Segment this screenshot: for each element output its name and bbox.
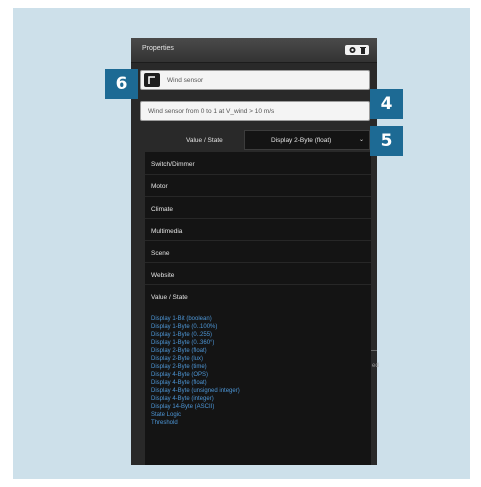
- option-4byte-unsigned-integer[interactable]: Display 4-Byte (unsigned integer): [151, 388, 240, 396]
- menu-item-multimedia[interactable]: Multimedia: [151, 228, 182, 235]
- divider: [145, 284, 371, 285]
- option-4byte-integer[interactable]: Display 4-Byte (integer): [151, 396, 214, 404]
- divider: [145, 218, 371, 219]
- option-state-logic[interactable]: State Logic: [151, 412, 181, 420]
- divider: [145, 240, 371, 241]
- divider: [145, 262, 371, 263]
- name-value: Wind sensor: [167, 77, 204, 84]
- chevron-down-icon: ⌄: [359, 137, 365, 143]
- option-4byte-ops[interactable]: Display 4-Byte (OPS): [151, 372, 208, 380]
- callout-4: 4: [370, 89, 403, 119]
- menu-item-website[interactable]: Website: [151, 272, 174, 279]
- divider: [371, 350, 377, 351]
- description-value: Wind sensor from 0 to 1 at V_wind > 10 m…: [148, 108, 275, 115]
- callout-6: 6: [105, 69, 138, 99]
- option-1byte-255[interactable]: Display 1-Byte (0..255): [151, 332, 212, 340]
- type-select[interactable]: Display 2-Byte (float) ⌄: [244, 130, 370, 150]
- menu-item-switch-dimmer[interactable]: Switch/Dimmer: [151, 161, 195, 168]
- type-dropdown-menu: Switch/Dimmer Motor Climate Multimedia S…: [145, 152, 371, 465]
- divider: [145, 174, 371, 175]
- trash-icon[interactable]: [359, 45, 367, 59]
- menu-item-scene[interactable]: Scene: [151, 250, 169, 257]
- option-1bit-boolean[interactable]: Display 1-Bit (boolean): [151, 316, 212, 324]
- panel-title: Properties: [142, 45, 174, 52]
- option-threshold[interactable]: Threshold: [151, 420, 178, 428]
- type-label: Value / State: [186, 137, 223, 144]
- panel-controls: [345, 45, 369, 55]
- option-2byte-lux[interactable]: Display 2-Byte (lux): [151, 356, 203, 364]
- partial-label: ed: [372, 363, 379, 369]
- panel-titlebar: Properties: [131, 38, 377, 63]
- description-field[interactable]: Wind sensor from 0 to 1 at V_wind > 10 m…: [140, 101, 370, 121]
- option-1byte-percent[interactable]: Display 1-Byte (0..100%): [151, 324, 217, 332]
- option-4byte-float[interactable]: Display 4-Byte (float): [151, 380, 207, 388]
- option-2byte-time[interactable]: Display 2-Byte (time): [151, 364, 207, 372]
- name-field[interactable]: Wind sensor: [140, 70, 370, 90]
- type-select-value: Display 2-Byte (float): [271, 137, 332, 144]
- sensor-icon[interactable]: [144, 73, 160, 87]
- menu-item-value-state[interactable]: Value / State: [151, 294, 188, 301]
- callout-5: 5: [370, 126, 403, 156]
- option-14byte-ascii[interactable]: Display 14-Byte (ASCII): [151, 404, 214, 412]
- option-2byte-float[interactable]: Display 2-Byte (float): [151, 348, 207, 356]
- menu-item-climate[interactable]: Climate: [151, 206, 173, 213]
- gear-icon[interactable]: [348, 45, 357, 59]
- option-1byte-360[interactable]: Display 1-Byte (0..360°): [151, 340, 214, 348]
- divider: [145, 196, 371, 197]
- menu-item-motor[interactable]: Motor: [151, 183, 168, 190]
